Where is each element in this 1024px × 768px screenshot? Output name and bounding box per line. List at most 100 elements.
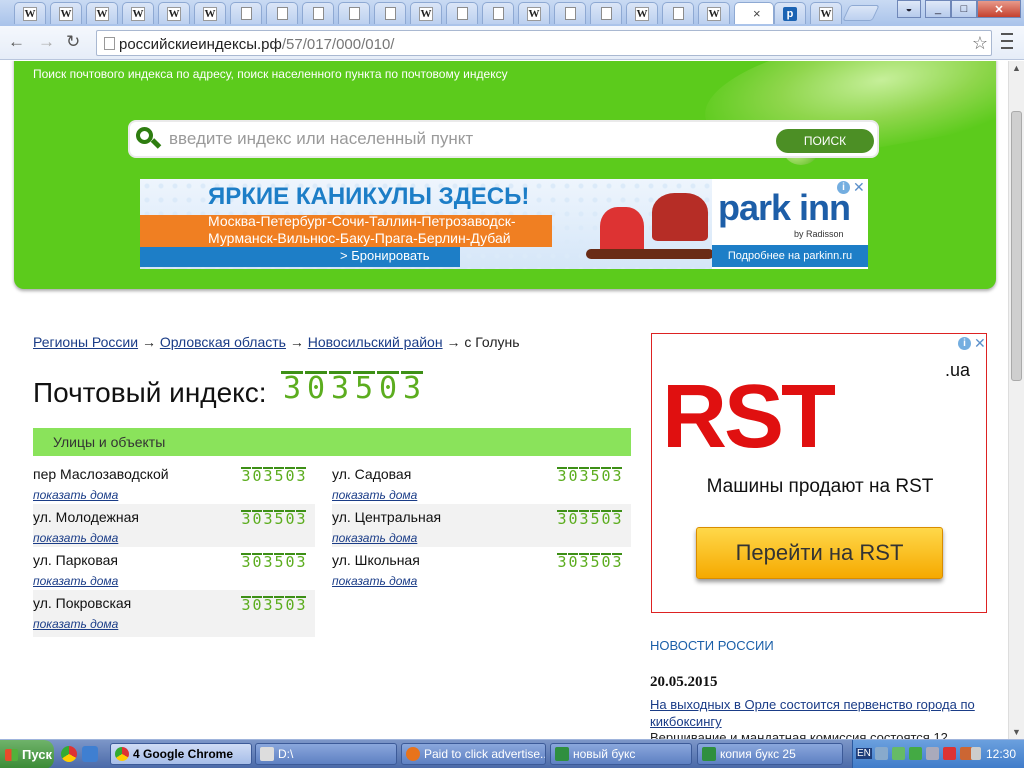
taskbar-excel[interactable]: новый букс (550, 743, 692, 765)
street-item: ул. Покровская показать дома 303503 (33, 590, 315, 637)
tab-pochta[interactable]: p (774, 2, 806, 24)
tab-wikipedia[interactable]: W (194, 2, 226, 24)
tab-document[interactable] (266, 2, 298, 24)
street-item: ул. Парковая показать дома 303503 (33, 547, 315, 590)
street-postcode-digit: 3 (241, 596, 251, 614)
tab-document[interactable] (482, 2, 514, 24)
rst-logo: RST (662, 367, 836, 467)
taskbar-excel[interactable]: копия букс 25 (697, 743, 843, 765)
show-houses-link[interactable]: показать дома (332, 574, 417, 588)
show-houses-link[interactable]: показать дома (33, 531, 118, 545)
tab-document[interactable] (446, 2, 478, 24)
profile-icon[interactable]: ◒ (897, 0, 921, 18)
windows-flag-icon (5, 748, 18, 761)
chrome-quicklaunch-icon[interactable] (61, 746, 77, 762)
ad-close-icon[interactable]: ✕ (974, 336, 986, 350)
tab-wikipedia[interactable]: W (14, 2, 46, 24)
scroll-up-icon[interactable]: ▲ (1012, 63, 1021, 73)
tab-document[interactable] (590, 2, 622, 24)
page-icon (312, 7, 324, 20)
breadcrumb-regions[interactable]: Регионы России (33, 334, 138, 350)
street-name: ул. Садовая (332, 466, 412, 482)
taskbar-chrome[interactable]: 4 Google Chrome (110, 743, 252, 765)
taskbar-explorer[interactable]: D:\ (255, 743, 397, 765)
back-icon[interactable]: ← (8, 33, 25, 50)
task-label: новый букс (573, 747, 636, 761)
network-icon[interactable] (875, 747, 888, 760)
street-postcode-digit: 0 (252, 553, 262, 571)
tab-close-icon[interactable]: × (753, 6, 761, 21)
show-houses-link[interactable]: показать дома (332, 531, 417, 545)
tab-document[interactable] (662, 2, 694, 24)
ad-close-icon[interactable]: ✕ (853, 180, 865, 194)
tab-document[interactable] (338, 2, 370, 24)
news-heading[interactable]: НОВОСТИ РОССИИ (650, 638, 774, 653)
rst-ad[interactable]: i ✕ .ua RST Машины продают на RST Перейт… (651, 333, 987, 613)
rst-go-button[interactable]: Перейти на RST (696, 527, 943, 579)
tab-wikipedia[interactable]: W (86, 2, 118, 24)
tab-document[interactable] (230, 2, 262, 24)
breadcrumb-oblast[interactable]: Орловская область (160, 334, 286, 350)
desktop-quicklaunch-icon[interactable] (82, 746, 98, 762)
breadcrumb-district[interactable]: Новосильский район (308, 334, 443, 350)
adchoices-icon[interactable]: i (958, 337, 971, 350)
street-postcode-digit: 3 (241, 510, 251, 528)
tab-wikipedia[interactable]: W (410, 2, 442, 24)
search-box: введите индекс или населенный пункт ПОИС… (128, 120, 879, 158)
bookmark-star-icon[interactable]: ☆ (972, 33, 988, 54)
page-viewport: Поиск почтового индекса по адресу, поиск… (0, 61, 1008, 739)
street-name: ул. Покровская (33, 595, 132, 611)
tab-wikipedia[interactable]: W (626, 2, 658, 24)
news-link[interactable]: На выходных в Орле состоится первенство … (650, 696, 995, 730)
new-tab-button[interactable] (842, 5, 880, 21)
tab-wikipedia[interactable]: W (698, 2, 730, 24)
parkinn-details-link[interactable]: Подробнее на parkinn.ru (712, 245, 868, 267)
tab-wikipedia[interactable]: W (518, 2, 550, 24)
close-window-button[interactable]: ✕ (977, 0, 1021, 18)
search-input[interactable]: введите индекс или населенный пункт (169, 129, 473, 149)
site-tagline: Поиск почтового индекса по адресу, поиск… (33, 67, 508, 81)
street-postcode: 303503 (557, 467, 623, 484)
address-bar[interactable]: российскиеиндексы.рф/57/017/000/010/ ☆ (96, 30, 992, 56)
reload-icon[interactable]: ↻ (66, 33, 80, 50)
show-houses-link[interactable]: показать дома (33, 488, 118, 502)
tab-wikipedia[interactable]: W (122, 2, 154, 24)
tab-document[interactable] (554, 2, 586, 24)
taskbar-firefox[interactable]: Paid to click advertise... (401, 743, 546, 765)
tab-wikipedia[interactable]: W (50, 2, 82, 24)
url-host: российскиеиндексы.рф (119, 36, 282, 53)
show-houses-link[interactable]: показать дома (332, 488, 417, 502)
street-postcode-digit: 3 (579, 553, 589, 571)
tray-app-icon[interactable] (892, 747, 905, 760)
street-postcode: 303503 (241, 467, 307, 484)
banner-book-link[interactable]: > Бронировать (340, 248, 430, 263)
maximize-button[interactable]: □ (951, 0, 977, 18)
street-postcode-digit: 0 (601, 510, 611, 528)
language-indicator[interactable]: EN (856, 748, 872, 759)
forward-icon[interactable]: → (38, 33, 55, 50)
news-link[interactable]: Вершивание и мандатная комиссия состоятс… (650, 730, 995, 739)
scroll-down-icon[interactable]: ▼ (1012, 727, 1021, 737)
vertical-scrollbar[interactable]: ▲ ▼ (1008, 61, 1024, 739)
start-button[interactable]: Пуск (0, 740, 54, 768)
tab-document[interactable] (302, 2, 334, 24)
search-button[interactable]: ПОИСК (776, 129, 874, 153)
volume-icon[interactable] (971, 747, 981, 760)
tab-wikipedia[interactable]: W (810, 2, 842, 24)
task-label: Paid to click advertise... (424, 747, 546, 761)
news-date: 20.05.2015 (650, 674, 718, 690)
menu-icon[interactable] (1001, 33, 1013, 49)
tray-app-icon[interactable] (926, 747, 939, 760)
url-text[interactable]: российскиеиндексы.рф/57/017/000/010/ (119, 36, 394, 53)
show-houses-link[interactable]: показать дома (33, 617, 118, 631)
tab-wikipedia[interactable]: W (158, 2, 190, 24)
street-postcode-digit: 5 (274, 510, 284, 528)
antivirus-icon[interactable] (943, 747, 956, 760)
tray-app-icon[interactable] (909, 747, 922, 760)
adchoices-icon[interactable]: i (837, 181, 850, 194)
minimize-button[interactable]: _ (925, 0, 951, 18)
scroll-thumb[interactable] (1011, 111, 1022, 381)
tab-document[interactable] (374, 2, 406, 24)
show-houses-link[interactable]: показать дома (33, 574, 118, 588)
parkinn-ad-banner[interactable]: ЯРКИЕ КАНИКУЛЫ ЗДЕСЬ! Москва-Петербург-С… (140, 179, 868, 269)
